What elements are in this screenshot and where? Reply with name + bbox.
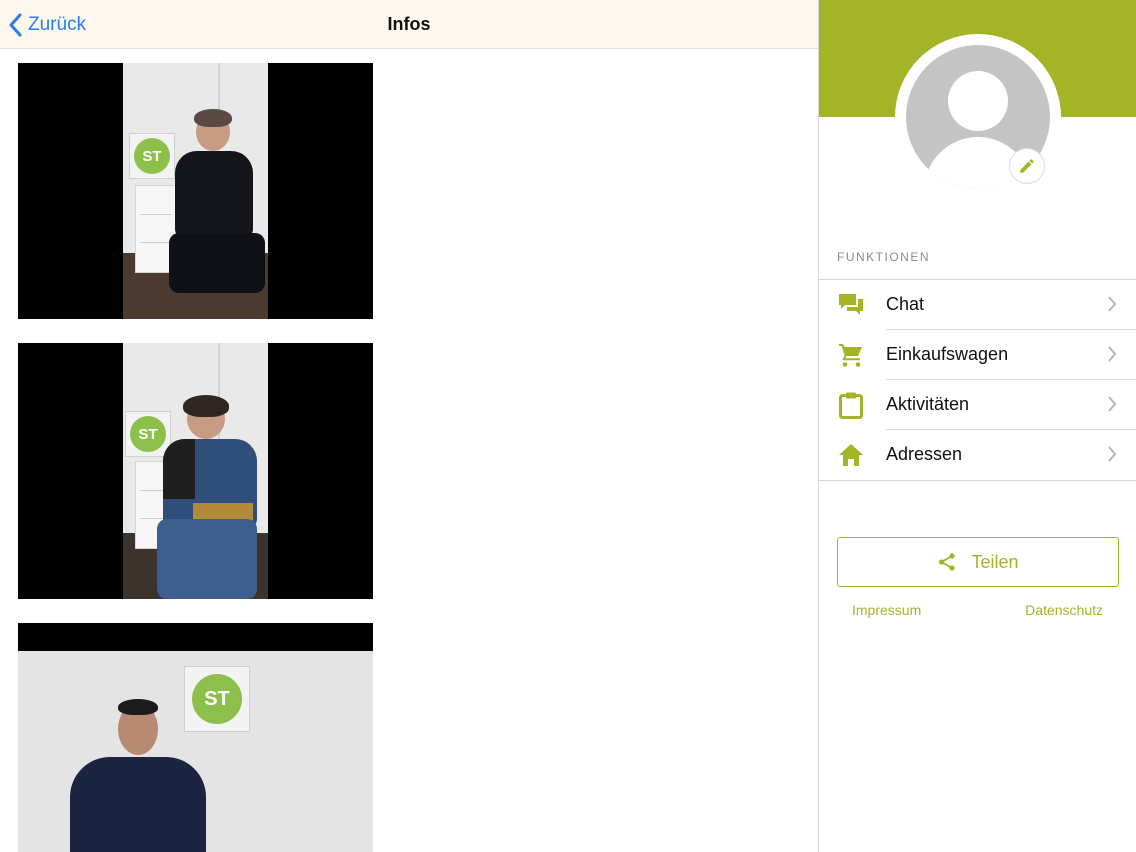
video-scene: ST [18, 651, 373, 852]
home-icon [839, 444, 863, 466]
content-pane: Zurück Infos ST ST ST [0, 0, 818, 852]
menu-item-label: Einkaufswagen [886, 344, 1009, 364]
page-title: Infos [387, 14, 431, 34]
video-thumbnail[interactable]: ST [18, 343, 373, 599]
video-scene: ST [123, 63, 268, 319]
navigation-bar: Zurück Infos [0, 0, 818, 49]
video-thumbnail[interactable]: ST [18, 63, 373, 319]
logo-sign: ST [129, 133, 175, 179]
share-icon [939, 553, 956, 571]
chevron-right-icon [1108, 296, 1117, 312]
function-menu: Chat Einkaufswagen Aktivitäten Adressen [819, 279, 1136, 481]
chevron-right-icon [1108, 396, 1117, 412]
side-menu: FUNKTIONEN Chat Einkaufswagen Aktivitäte… [818, 0, 1136, 852]
chevron-right-icon [1108, 346, 1117, 362]
video-thumbnail[interactable]: ST [18, 623, 373, 852]
datenschutz-link[interactable]: Datenschutz [1025, 602, 1103, 618]
chat-icon [839, 294, 863, 315]
clipboard-icon [839, 392, 863, 419]
logo-sign: ST [184, 666, 250, 732]
video-scene: ST [123, 343, 268, 599]
menu-item-adressen[interactable]: Adressen [819, 430, 1136, 480]
section-label: FUNKTIONEN [837, 250, 930, 264]
edit-profile-button[interactable] [1009, 148, 1045, 184]
share-label: Teilen [971, 551, 1019, 572]
menu-item-label: Aktivitäten [886, 394, 970, 414]
chevron-right-icon [1108, 446, 1117, 462]
impressum-link[interactable]: Impressum [852, 602, 921, 618]
menu-item-chat[interactable]: Chat [819, 280, 1136, 330]
menu-item-label: Adressen [886, 444, 963, 464]
share-button[interactable]: Teilen [837, 537, 1119, 587]
menu-item-einkaufswagen[interactable]: Einkaufswagen [819, 330, 1136, 380]
pencil-icon [1020, 159, 1034, 173]
menu-item-aktivitaeten[interactable]: Aktivitäten [819, 380, 1136, 430]
logo-sign: ST [125, 411, 171, 457]
menu-item-label: Chat [886, 294, 925, 314]
cart-icon [839, 344, 862, 367]
